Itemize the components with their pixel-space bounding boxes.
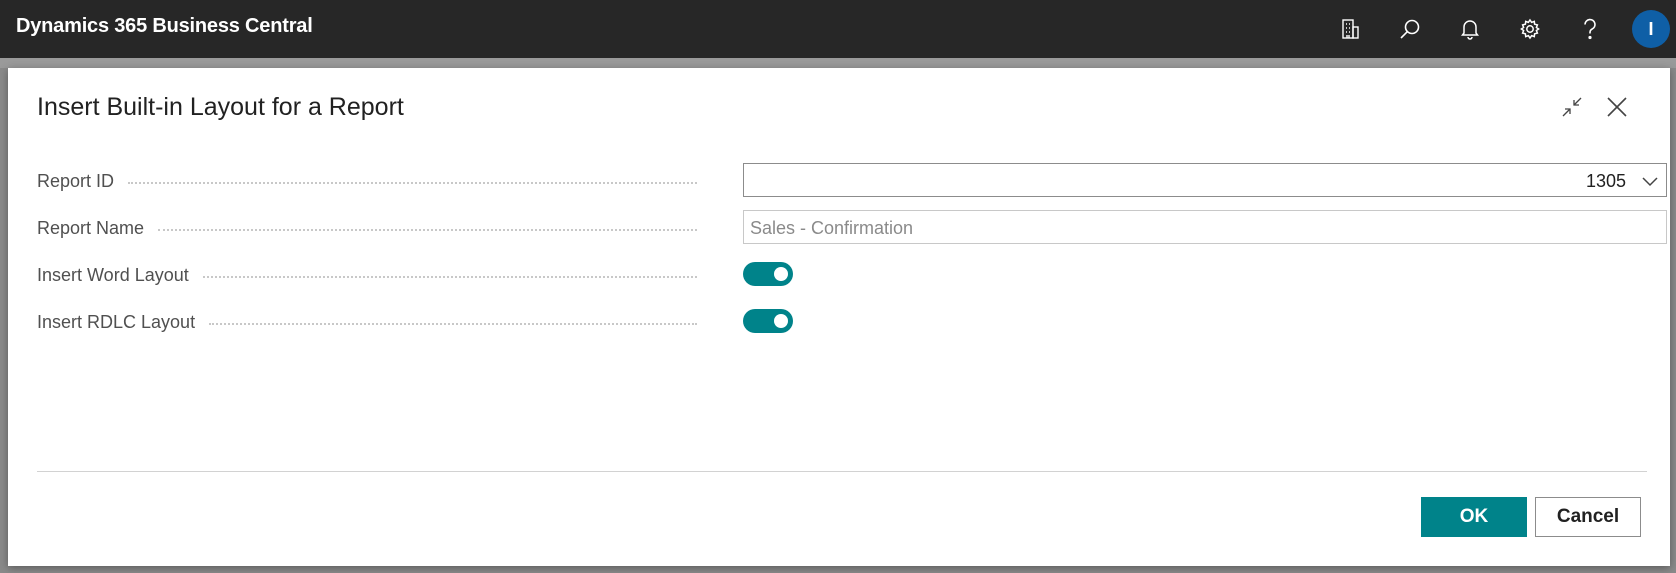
top-bar: Dynamics 365 Business Central I: [0, 0, 1676, 58]
insert-word-toggle[interactable]: [743, 262, 793, 286]
footer-divider: [37, 471, 1647, 472]
report-id-input[interactable]: 1305: [743, 163, 1667, 197]
report-id-label: Report ID: [37, 169, 697, 193]
report-id-row: Report ID 1305: [37, 163, 1667, 197]
bell-icon[interactable]: [1455, 14, 1485, 44]
cancel-button[interactable]: Cancel: [1535, 497, 1641, 537]
toggle-knob: [774, 314, 788, 328]
toggle-knob: [774, 267, 788, 281]
user-avatar[interactable]: I: [1632, 10, 1670, 48]
insert-rdlc-label: Insert RDLC Layout: [37, 310, 697, 334]
page-backdrop: [0, 58, 1676, 68]
insert-layout-dialog: Insert Built-in Layout for a Report Repo…: [8, 68, 1670, 566]
chevron-down-icon[interactable]: [1640, 171, 1660, 191]
report-name-label: Report Name: [37, 216, 697, 240]
app-title[interactable]: Dynamics 365 Business Central: [16, 15, 313, 38]
insert-word-label: Insert Word Layout: [37, 263, 697, 287]
dialog-title: Insert Built-in Layout for a Report: [37, 93, 404, 121]
report-name-value: Sales - Confirmation: [750, 218, 914, 238]
report-id-value: 1305: [1585, 171, 1626, 191]
gear-icon[interactable]: [1515, 14, 1545, 44]
help-icon[interactable]: [1575, 14, 1605, 44]
report-name-field: Sales - Confirmation: [743, 210, 1667, 244]
insert-word-row: Insert Word Layout: [37, 257, 1647, 291]
ok-button[interactable]: OK: [1421, 497, 1527, 537]
close-button[interactable]: [1600, 90, 1634, 124]
building-icon[interactable]: [1335, 14, 1365, 44]
report-name-row: Report Name Sales - Confirmation: [37, 210, 1667, 244]
collapse-button[interactable]: [1555, 90, 1589, 124]
search-icon[interactable]: [1395, 14, 1425, 44]
collapse-icon: [1562, 97, 1582, 117]
insert-rdlc-row: Insert RDLC Layout: [37, 304, 1647, 338]
close-icon: [1607, 97, 1627, 117]
insert-rdlc-toggle[interactable]: [743, 309, 793, 333]
